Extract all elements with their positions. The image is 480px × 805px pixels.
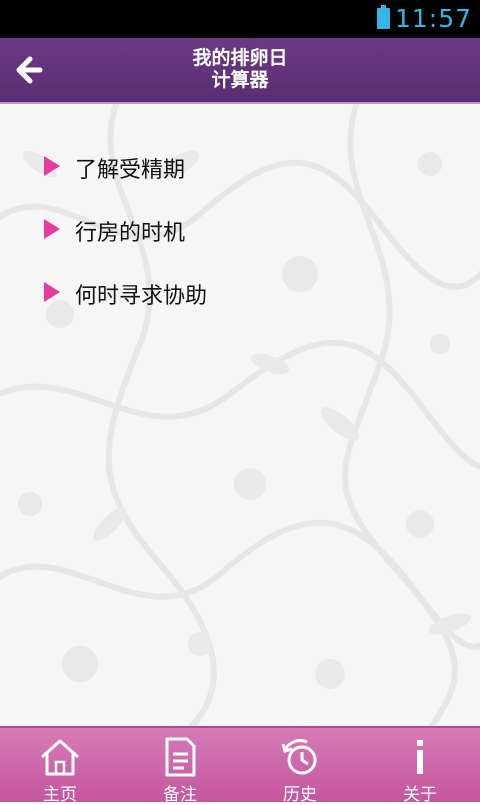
- menu-item-label: 何时寻求协助: [75, 284, 208, 309]
- page-title-line1: 我的排卵日: [192, 47, 288, 69]
- home-icon: [41, 739, 79, 776]
- arrow-left-icon: [16, 56, 43, 84]
- nav-history[interactable]: 历史: [240, 728, 360, 805]
- nav-notes[interactable]: 备注: [120, 728, 240, 805]
- triangle-right-icon: [44, 282, 60, 302]
- nav-notes-label: 备注: [163, 785, 197, 805]
- nav-history-label: 历史: [283, 785, 317, 805]
- back-button[interactable]: [10, 48, 56, 92]
- info-icon: [417, 740, 423, 774]
- nav-about-label: 关于: [403, 785, 437, 805]
- nav-home[interactable]: 主页: [0, 728, 120, 805]
- status-time: 11:57: [394, 4, 472, 33]
- menu-item-fertile-period[interactable]: 了解受精期: [40, 146, 440, 186]
- title-bar: 我的排卵日 计算器: [0, 38, 480, 104]
- triangle-right-icon: [44, 156, 60, 176]
- menu-item-label: 行房的时机: [75, 221, 186, 246]
- history-icon: [281, 739, 317, 775]
- battery-icon: [377, 5, 390, 29]
- status-bar: 11:57: [0, 0, 480, 38]
- triangle-right-icon: [44, 219, 60, 239]
- menu-item-intercourse-timing[interactable]: 行房的时机: [40, 209, 440, 249]
- content-area: 了解受精期 行房的时机 何时寻求协助: [0, 104, 480, 726]
- menu-item-seek-help[interactable]: 何时寻求协助: [40, 272, 440, 312]
- page-title: 我的排卵日 计算器: [120, 47, 360, 91]
- nav-home-label: 主页: [43, 785, 77, 805]
- menu-item-label: 了解受精期: [75, 158, 186, 183]
- floral-background: [0, 104, 480, 726]
- nav-about[interactable]: 关于: [360, 728, 480, 805]
- note-icon: [165, 737, 196, 777]
- page-title-line2: 计算器: [211, 69, 269, 91]
- bottom-nav: 主页 备注 历史 关于: [0, 726, 480, 805]
